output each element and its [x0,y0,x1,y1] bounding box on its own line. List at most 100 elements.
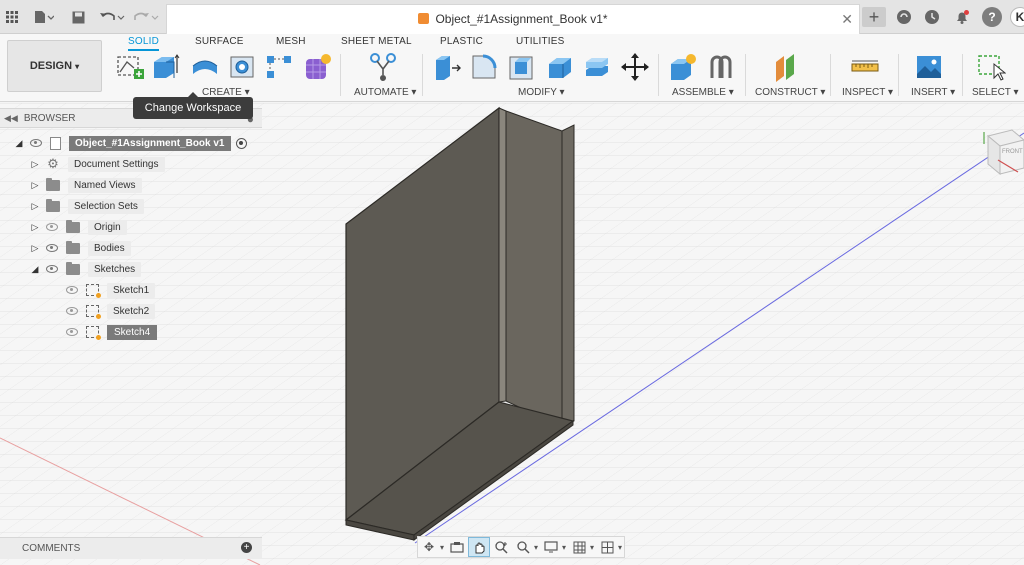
expand-toggle-icon[interactable]: ▷ [30,243,40,254]
document-tab[interactable]: Object_#1Assignment_Book v1* ✕ [166,4,860,34]
grid-dropdown-icon[interactable]: ▾ [590,543,594,552]
save-icon[interactable] [70,7,86,27]
tab-solid[interactable]: SOLID [128,36,160,51]
browser-item-sketch4[interactable]: Sketch4 [66,323,158,341]
ribbon-separator [340,54,341,96]
assemble-dropdown-arrow: ▾ [728,87,734,98]
visibility-eye-icon[interactable] [66,286,78,294]
browser-root-label: Object_#1Assignment_Book v1 [69,135,231,151]
zoom-dropdown-icon[interactable]: ▾ [534,543,538,552]
insert-image-icon[interactable] [914,52,944,82]
redo-icon[interactable] [132,7,160,27]
insert-group-label[interactable]: INSERT ▾ [911,87,955,98]
app-grid-icon[interactable] [4,7,20,27]
browser-item-bodies[interactable]: ▷ Bodies [30,239,131,257]
offset-plane-icon[interactable] [772,52,802,82]
user-avatar[interactable]: K [1010,7,1024,27]
pattern-icon[interactable] [264,52,294,82]
browser-item-document-settings[interactable]: ▷ ⚙ Document Settings [30,155,165,173]
viewports-icon[interactable] [596,537,618,557]
browser-item-sketches[interactable]: ◢ Sketches [30,260,142,278]
browser-item-origin[interactable]: ▷ Origin [30,218,127,236]
display-settings-icon[interactable] [540,537,562,557]
construct-group-label[interactable]: CONSTRUCT ▾ [755,87,825,98]
move-icon[interactable] [620,52,650,82]
tab-sheet-metal[interactable]: SHEET METAL [341,36,412,47]
fit-icon[interactable] [512,537,534,557]
browser-item-label: Named Views [68,177,142,193]
ribbon-separator [658,54,659,96]
extensions-icon[interactable] [894,7,914,27]
press-pull-icon[interactable] [432,52,462,82]
zoom-icon[interactable] [490,537,512,557]
orbit-dropdown-icon[interactable]: ▾ [440,543,444,552]
look-at-icon[interactable] [446,537,468,557]
add-comment-icon[interactable]: + [241,542,252,553]
browser-item-sketch2[interactable]: Sketch2 [66,302,156,320]
select-group-label[interactable]: SELECT ▾ [972,87,1019,98]
workspace-dropdown-arrow: ▾ [75,61,80,71]
visibility-eye-icon[interactable] [66,328,78,336]
navigation-bar: ✥ ▾ ▾ ▾ ▾ ▾ [417,536,625,558]
tab-utilities[interactable]: UTILITIES [516,36,564,47]
assemble-group-label[interactable]: ASSEMBLE ▾ [672,87,734,98]
automate-group-label[interactable]: AUTOMATE ▾ [354,87,416,98]
viewports-dropdown-icon[interactable]: ▾ [618,543,622,552]
expand-toggle-icon[interactable]: ▷ [30,222,40,233]
create-form-icon[interactable] [302,52,332,82]
automate-label: AUTOMATE [354,87,409,98]
expand-toggle-icon[interactable]: ◢ [14,138,24,149]
visibility-eye-icon[interactable] [46,223,58,231]
visibility-eye-icon[interactable] [66,307,78,315]
expand-toggle-icon[interactable]: ▷ [30,180,40,191]
joint-icon[interactable] [706,52,736,82]
combine-icon[interactable] [582,52,612,82]
fillet-icon[interactable] [469,52,499,82]
sketch-icon [86,305,101,319]
orbit-icon[interactable]: ✥ [418,537,440,557]
browser-item-named-views[interactable]: ▷ Named Views [30,176,142,194]
undo-icon[interactable] [98,7,126,27]
create-sketch-icon[interactable] [115,52,145,82]
visibility-eye-icon[interactable] [46,265,58,273]
browser-root-row[interactable]: ◢ Object_#1Assignment_Book v1 [14,134,247,152]
expand-toggle-icon[interactable]: ◢ [30,264,40,275]
close-tab-icon[interactable]: ✕ [841,11,853,28]
chamfer-icon[interactable] [507,52,537,82]
expand-toggle-icon[interactable]: ▷ [30,201,40,212]
tab-mesh[interactable]: MESH [276,36,306,47]
hole-icon[interactable] [228,52,258,82]
inspect-group-label[interactable]: INSPECT ▾ [842,87,893,98]
browser-item-sketch1[interactable]: Sketch1 [66,281,156,299]
pan-icon[interactable] [467,537,491,557]
extrude-icon[interactable] [150,52,180,82]
help-icon[interactable]: ? [982,7,1002,27]
ribbon-separator [422,54,423,96]
visibility-eye-icon[interactable] [30,139,42,147]
modify-label: MODIFY [518,87,557,98]
new-component-icon[interactable] [668,52,698,82]
view-cube[interactable]: FRONT [978,122,1024,178]
modify-group-label[interactable]: MODIFY ▾ [518,87,565,98]
revolve-icon[interactable] [190,52,220,82]
file-menu-icon[interactable] [32,7,56,27]
visibility-eye-icon[interactable] [46,244,58,252]
grid-settings-icon[interactable] [568,537,590,557]
browser-item-selection-sets[interactable]: ▷ Selection Sets [30,197,144,215]
comments-panel[interactable]: COMMENTS + [0,537,262,559]
select-icon[interactable] [976,52,1007,82]
notifications-icon[interactable] [952,7,972,27]
workspace-switcher-button[interactable]: DESIGN ▾ [7,40,102,92]
activate-component-radio[interactable] [235,137,247,149]
new-tab-icon[interactable]: + [862,7,886,27]
shell-icon[interactable] [545,52,575,82]
expand-toggle-icon[interactable]: ▷ [30,159,40,170]
tab-plastic[interactable]: PLASTIC [440,36,483,47]
sketch-icon [86,326,101,340]
job-status-icon[interactable] [922,7,942,27]
display-dropdown-icon[interactable]: ▾ [562,543,566,552]
automate-icon[interactable] [368,52,398,82]
tab-surface[interactable]: SURFACE [195,36,244,47]
measure-icon[interactable] [850,52,880,82]
collapse-panel-icon[interactable]: ◀◀ [4,113,18,124]
